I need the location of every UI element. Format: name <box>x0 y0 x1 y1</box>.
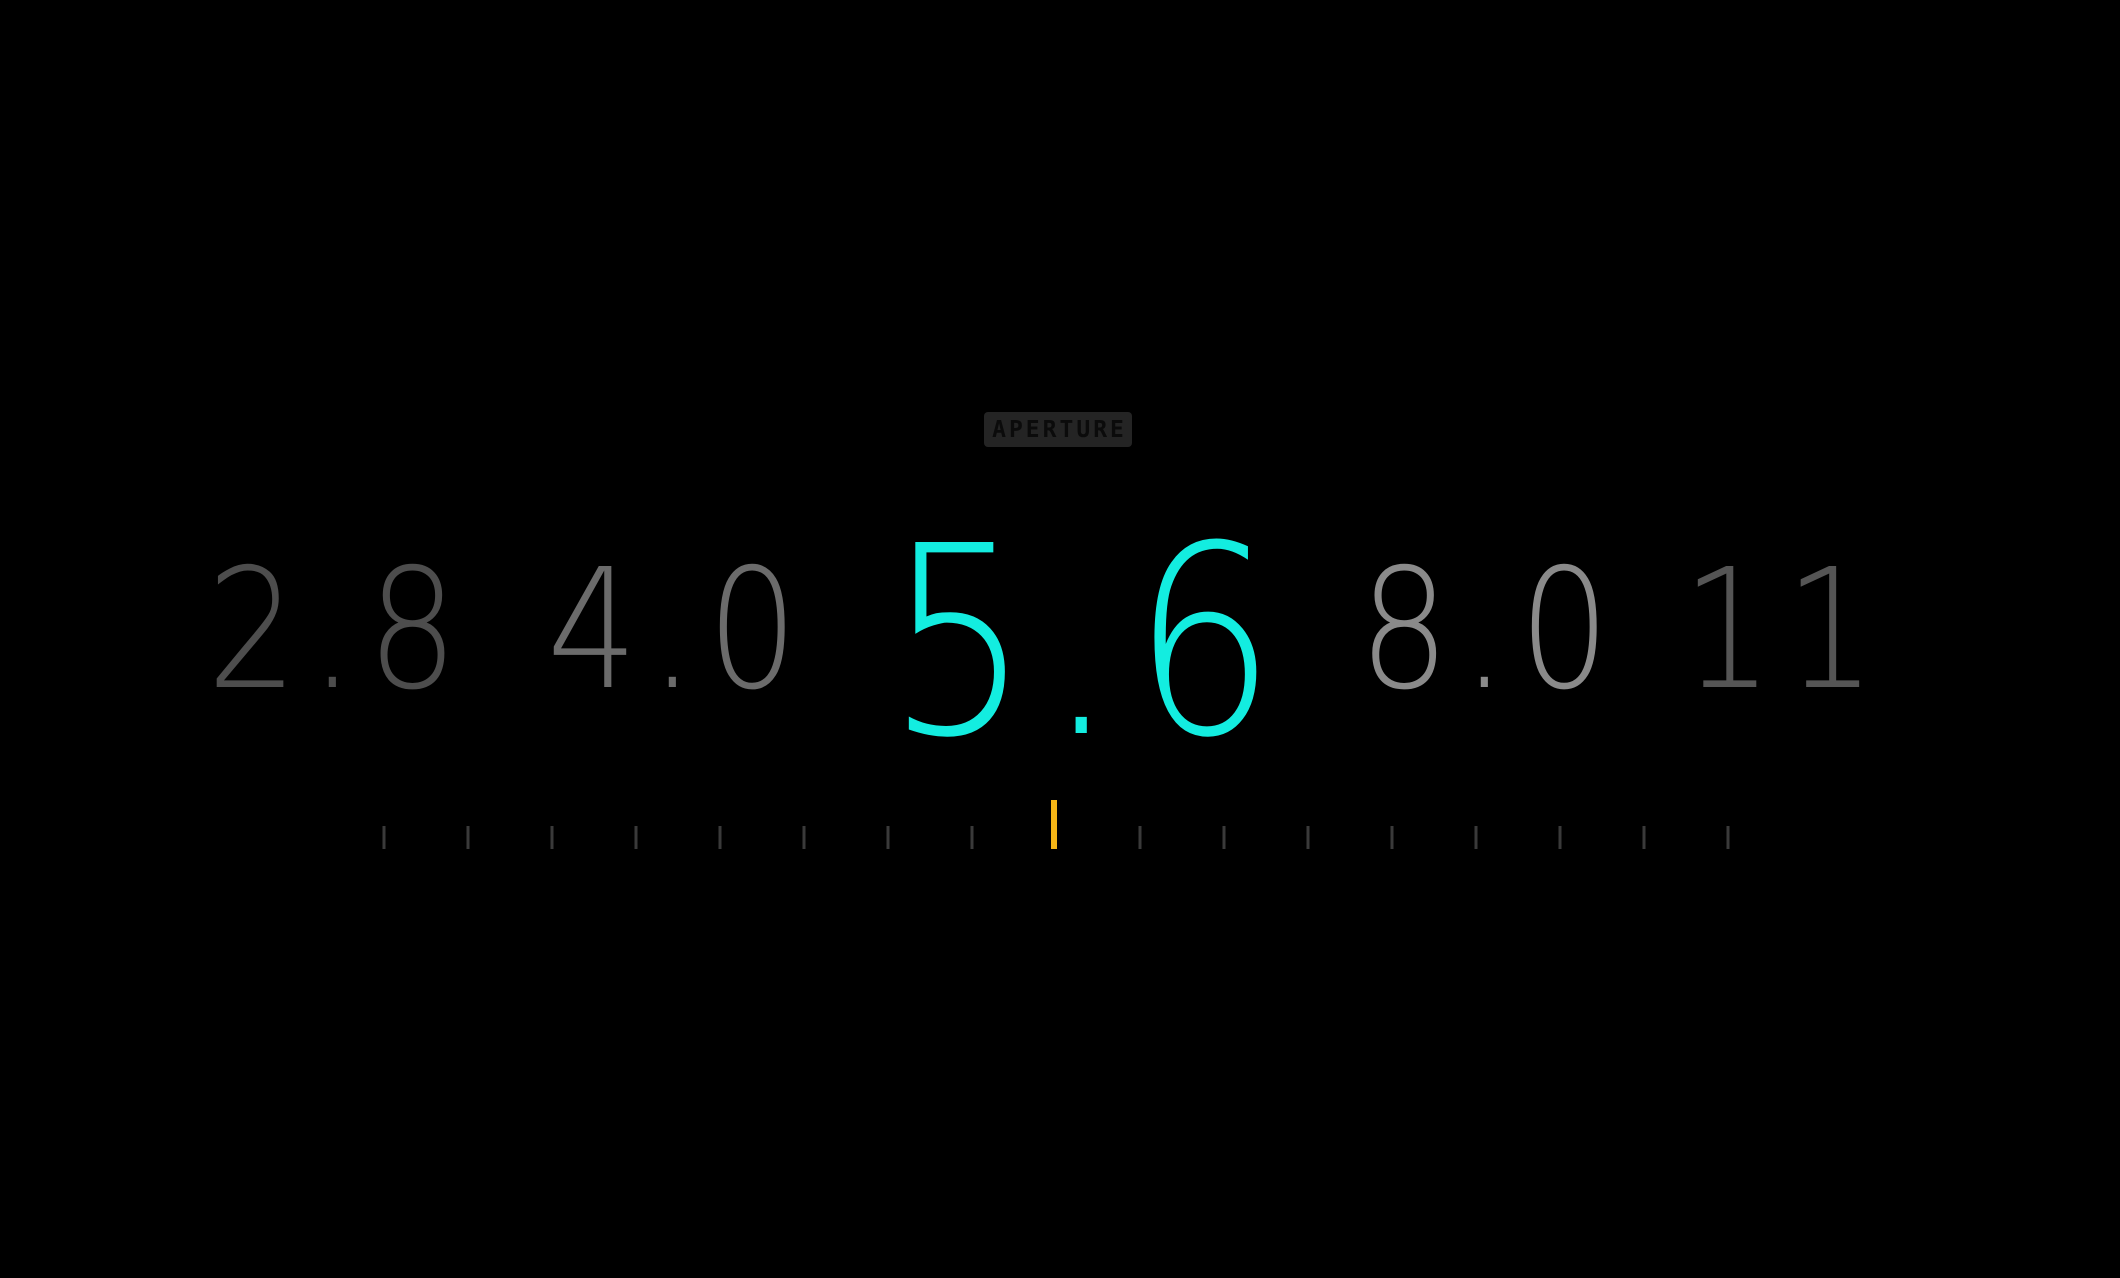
dial-tick-scale[interactable] <box>0 0 2120 1278</box>
dial-indicator-marker <box>1051 800 1057 849</box>
aperture-dial[interactable]: APERTURE 2.8 4.0 5.6 8.0 11 <box>0 0 2120 1278</box>
